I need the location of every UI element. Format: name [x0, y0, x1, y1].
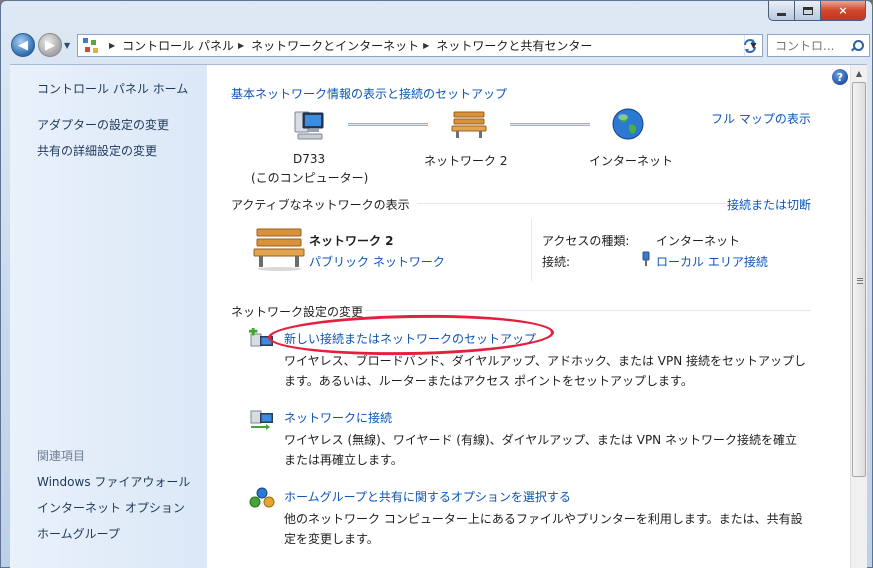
connect-network-icon[interactable] — [249, 407, 275, 431]
connect-to-network-description: ワイヤレス (無線)、ワイヤード (有線)、ダイヤルアップ、または VPN ネッ… — [284, 430, 797, 470]
map-network-name: ネットワーク 2 — [424, 154, 508, 168]
navigation-bar: ◀ ▶ ▼ ▶ コントロール パネル ▶ ネットワークとインターネット ▶ ネッ… — [7, 29, 870, 63]
description-line: ます。あるいは、ルーターまたはアクセス ポイントをセットアップします。 — [284, 374, 693, 388]
search-icon[interactable] — [851, 39, 864, 52]
close-icon: × — [838, 4, 848, 17]
computer-icon[interactable] — [292, 109, 326, 141]
recent-pages-dropdown[interactable]: ▼ — [64, 41, 70, 50]
sidebar-control-panel-home[interactable]: コントロール パネル ホーム — [37, 80, 188, 97]
back-button[interactable]: ◀ — [11, 33, 35, 57]
sidebar-advanced-sharing-settings[interactable]: 共有の詳細設定の変更 — [37, 142, 157, 159]
network-type-link[interactable]: パブリック ネットワーク — [309, 253, 445, 270]
breadcrumb-network-sharing-center[interactable]: ネットワークと共有センター — [436, 37, 592, 54]
search-input[interactable] — [775, 38, 847, 53]
sidebar-related-heading: 関連項目 — [37, 449, 86, 463]
maximize-icon — [802, 6, 813, 15]
section-divider — [531, 219, 532, 281]
help-icon[interactable]: ? — [832, 69, 848, 85]
forward-arrow-icon: ▶ — [45, 37, 55, 53]
homegroup-sharing-description: 他のネットワーク コンピューター上にあるファイルやプリンターを利用します。または… — [284, 509, 803, 549]
ethernet-plug-icon — [642, 251, 650, 266]
description-line: ワイヤレス (無線)、ワイヤード (有線)、ダイヤルアップ、または VPN ネッ… — [284, 433, 797, 447]
minimize-icon — [777, 12, 786, 16]
search-box[interactable] — [767, 34, 870, 57]
new-connection-description: ワイヤレス、ブロードバンド、ダイヤルアップ、アドホック、または VPN 接続をセ… — [284, 351, 806, 391]
new-connection-link[interactable]: 新しい接続またはネットワークのセットアップ — [284, 330, 536, 347]
minimize-button[interactable] — [768, 1, 795, 21]
window-controls: × — [768, 1, 866, 21]
breadcrumb-control-panel[interactable]: コントロール パネル — [122, 37, 234, 54]
task-sidebar: コントロール パネル ホーム アダプターの設定の変更 共有の詳細設定の変更 関連… — [10, 65, 207, 568]
sidebar-windows-firewall[interactable]: Windows ファイアウォール — [37, 473, 190, 490]
scrollbar-thumb[interactable] — [852, 82, 866, 477]
bench-network-icon[interactable] — [451, 109, 487, 139]
maximize-button[interactable] — [795, 1, 821, 21]
description-line: ワイヤレス、ブロードバンド、ダイヤルアップ、アドホック、または VPN 接続をセ… — [284, 354, 807, 368]
refresh-icon — [744, 38, 756, 53]
access-type-label: アクセスの種類: — [542, 234, 630, 248]
local-area-connection-link[interactable]: ローカル エリア接続 — [656, 253, 768, 270]
connection-label: 接続: — [542, 255, 571, 269]
connection-line — [348, 123, 428, 126]
grip-icon — [857, 278, 863, 284]
full-map-link[interactable]: フル マップの表示 — [711, 110, 811, 127]
main-panel: 基本ネットワーク情報の表示と接続のセットアップ フル マップの表示 D733 (… — [207, 65, 850, 568]
internet-globe-icon[interactable] — [611, 107, 645, 141]
new-connection-icon[interactable] — [249, 328, 275, 352]
active-network-name: ネットワーク 2 — [309, 234, 394, 248]
homegroup-sharing-link[interactable]: ホームグループと共有に関するオプションを選択する — [284, 488, 571, 505]
sidebar-change-adapter-settings[interactable]: アダプターの設定の変更 — [37, 116, 169, 133]
computer-name: D733 — [293, 152, 326, 166]
refresh-button[interactable] — [737, 34, 763, 57]
sidebar-internet-options[interactable]: インターネット オプション — [37, 499, 185, 516]
page-title: 基本ネットワーク情報の表示と接続のセットアップ — [231, 87, 508, 101]
bench-network-icon — [253, 228, 305, 271]
connect-to-network-link[interactable]: ネットワークに接続 — [284, 409, 392, 426]
breadcrumb-network-internet[interactable]: ネットワークとインターネット — [251, 37, 419, 54]
vertical-scrollbar[interactable]: ▲ — [850, 65, 867, 568]
homegroup-icon[interactable] — [249, 486, 275, 510]
section-divider — [417, 203, 729, 204]
chevron-right-icon[interactable]: ▶ — [109, 41, 115, 50]
description-line: または再確立します。 — [284, 453, 403, 467]
section-divider — [364, 310, 811, 311]
change-settings-heading: ネットワーク設定の変更 — [231, 305, 364, 319]
computer-subtitle: (このコンピューター) — [251, 171, 369, 185]
control-panel-icon — [83, 37, 99, 54]
close-button[interactable]: × — [821, 1, 866, 21]
description-line: 定を変更します。 — [284, 532, 379, 546]
scroll-up-icon[interactable]: ▲ — [851, 65, 867, 82]
address-bar[interactable]: ▶ コントロール パネル ▶ ネットワークとインターネット ▶ ネットワークと共… — [77, 34, 763, 57]
description-line: 他のネットワーク コンピューター上にあるファイルやプリンターを利用します。または… — [284, 512, 803, 526]
connection-line — [510, 123, 590, 126]
active-networks-heading: アクティブなネットワークの表示 — [231, 198, 410, 212]
back-arrow-icon: ◀ — [18, 37, 28, 53]
sidebar-homegroup[interactable]: ホームグループ — [37, 525, 120, 542]
map-internet-label: インターネット — [589, 154, 674, 168]
explorer-window: × ◀ ▶ ▼ ▶ コントロール パネル ▶ ネットワークとインターネット ▶ … — [0, 0, 873, 568]
forward-button[interactable]: ▶ — [38, 33, 62, 57]
chevron-right-icon[interactable]: ▶ — [423, 41, 429, 50]
content-area: コントロール パネル ホーム アダプターの設定の変更 共有の詳細設定の変更 関連… — [10, 64, 867, 568]
access-type-value: インターネット — [656, 234, 741, 248]
connect-disconnect-link[interactable]: 接続または切断 — [727, 196, 811, 213]
chevron-right-icon[interactable]: ▶ — [238, 41, 244, 50]
